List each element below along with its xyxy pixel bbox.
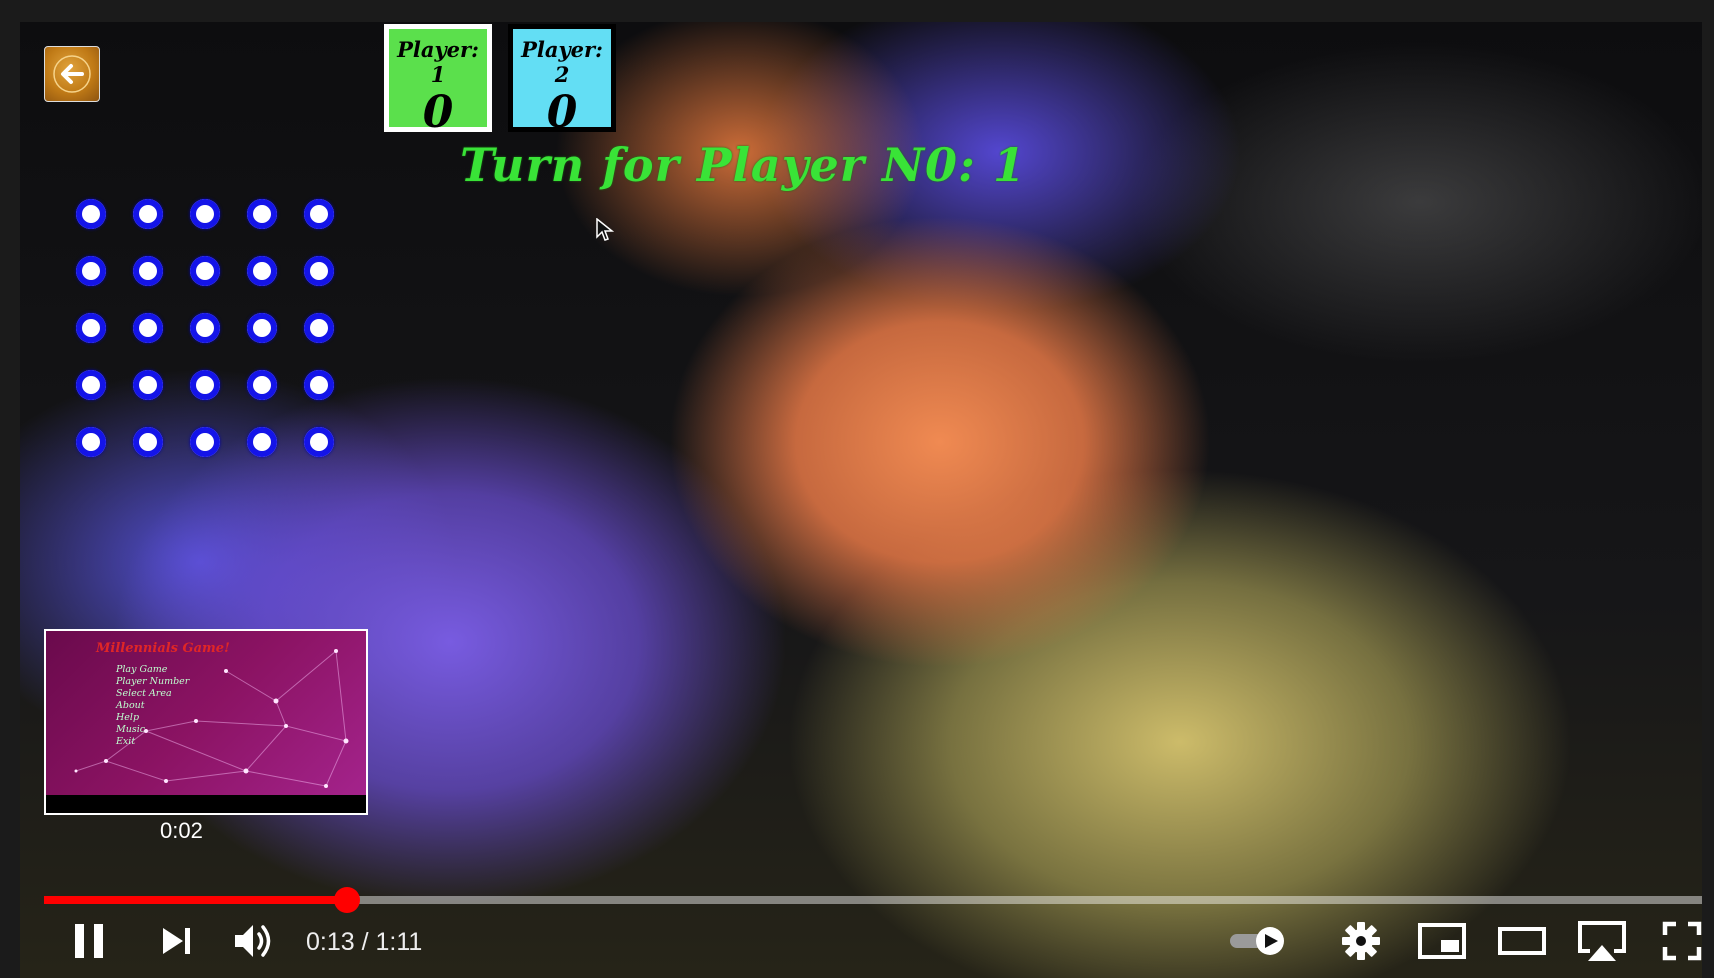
grid-dot[interactable] [190,313,220,343]
player1-score-card: Player: 1 0 [384,24,492,137]
grid-dot[interactable] [76,313,106,343]
grid-dot[interactable] [190,370,220,400]
video-frame[interactable]: Player: 1 0 Player: 2 0 Turn for Player … [20,22,1702,978]
grid-dot[interactable] [133,256,163,286]
preview-menu-item: Help [116,712,140,723]
gear-icon [1342,922,1380,960]
grid-dot[interactable] [304,370,334,400]
grid-dot[interactable] [304,256,334,286]
preview-image: Millennials Game! Play Game Player Numbe… [46,631,366,795]
progress-bar[interactable] [44,887,1702,913]
miniplayer-button[interactable] [1416,918,1468,964]
duration: 1:11 [375,928,423,956]
grid-dot[interactable] [247,313,277,343]
volume-button[interactable] [230,918,282,964]
preview-title: Millennials Game! [96,641,230,656]
fullscreen-icon [1662,921,1702,961]
dot-grid [76,199,376,499]
preview-thumbnail: Millennials Game! Play Game Player Numbe… [44,629,368,815]
grid-dot[interactable] [133,370,163,400]
current-time: 0:13 [306,928,355,956]
theater-mode-icon [1498,927,1546,955]
theater-mode-button[interactable] [1496,918,1548,964]
preview-menu-item: Play Game [116,664,168,675]
preview-menu-item: Select Area [116,688,172,699]
grid-dot[interactable] [76,256,106,286]
grid-dot[interactable] [133,313,163,343]
volume-icon [235,925,271,957]
skip-next-icon [163,928,190,954]
pause-button[interactable] [66,918,112,964]
airplay-icon [1578,921,1626,961]
grid-dot[interactable] [304,199,334,229]
autoplay-toggle[interactable] [1226,918,1290,964]
grid-dot[interactable] [76,199,106,229]
miniplayer-icon [1418,923,1466,959]
player1-label: Player: 1 [397,37,479,87]
preview-time: 0:02 [160,818,203,843]
grid-dot[interactable] [247,199,277,229]
grid-dot[interactable] [76,427,106,457]
back-button[interactable] [44,46,100,102]
next-button[interactable] [154,918,200,964]
back-arrow-icon [53,55,91,93]
grid-dot[interactable] [190,199,220,229]
preview-menu-item: Player Number [116,676,190,687]
settings-button[interactable] [1338,918,1384,964]
grid-dot[interactable] [133,199,163,229]
grid-dot[interactable] [133,427,163,457]
autoplay-toggle-icon [1230,927,1284,955]
preview-menu-item: About [116,700,145,711]
player2-score: 0 [546,87,578,138]
turn-indicator: Turn for Player N0: 1 [460,138,1027,192]
grid-dot[interactable] [247,370,277,400]
preview-menu: Play Game Player Number Select Area Abou… [116,664,189,748]
player1-score: 0 [422,87,454,138]
grid-dot[interactable] [304,427,334,457]
grid-dot[interactable] [190,427,220,457]
fullscreen-button[interactable] [1660,918,1704,964]
time-separator: / [361,928,369,956]
progress-played [44,896,348,904]
player-controls: 0:13 / 1:11 [20,910,1702,978]
grid-dot[interactable] [247,256,277,286]
grid-dot[interactable] [76,370,106,400]
mouse-cursor-icon [596,218,614,241]
grid-dot[interactable] [190,256,220,286]
player2-label: Player: 2 [521,37,603,87]
time-display: 0:13 / 1:11 [306,928,422,957]
preview-menu-item: Exit [116,736,136,747]
preview-menu-item: Music [116,724,146,735]
player2-score-card: Player: 2 0 [508,24,616,137]
grid-dot[interactable] [304,313,334,343]
grid-dot[interactable] [247,427,277,457]
pause-icon [75,924,103,958]
cast-button[interactable] [1574,918,1630,964]
